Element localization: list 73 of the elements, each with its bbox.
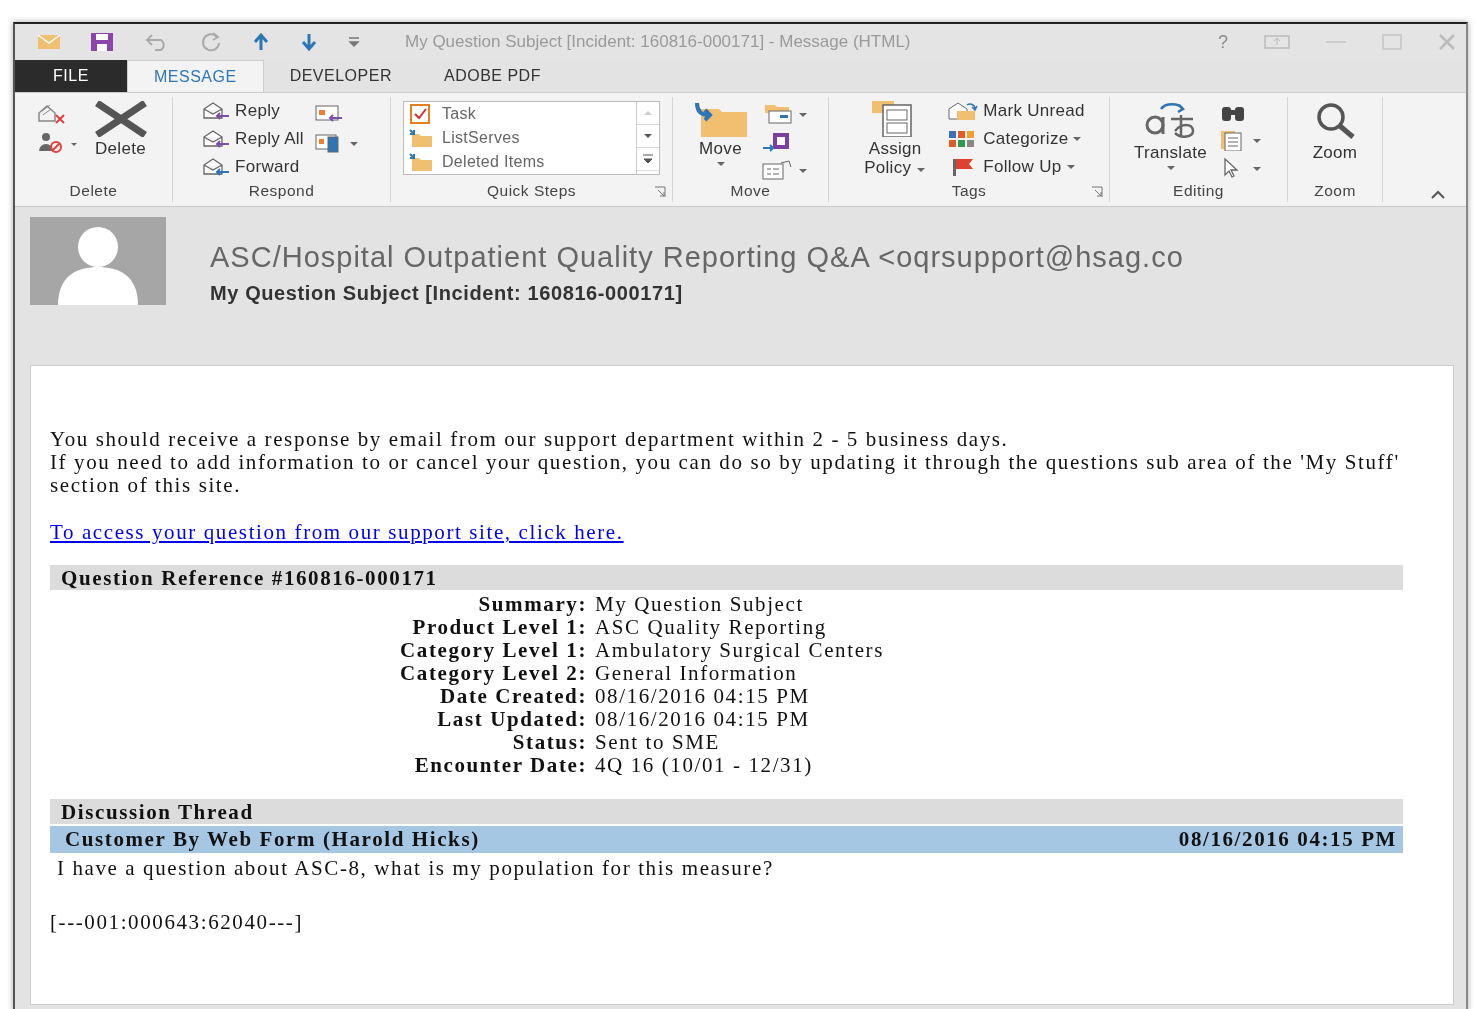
- field-label: Product Level 1:: [411, 616, 587, 639]
- quick-step-item[interactable]: ListServes: [404, 126, 636, 150]
- reply-button[interactable]: Reply: [201, 99, 304, 123]
- support-link[interactable]: To access your question from our support site, click here.: [50, 521, 624, 544]
- follow-up-button[interactable]: Follow Up: [947, 155, 1085, 179]
- reply-icon: [201, 101, 232, 121]
- ribbon-tab[interactable]: ADOBE PDF: [417, 60, 567, 92]
- field-label: Category Level 1:: [399, 639, 587, 662]
- ribbon-tab[interactable]: MESSAGE: [127, 60, 264, 92]
- field-value: My Question Subject: [595, 593, 805, 616]
- entry-date: 08/16/2016 04:15 PM: [1178, 828, 1397, 853]
- caret-icon: [1065, 164, 1076, 170]
- reply-all-button[interactable]: Reply All: [201, 127, 304, 151]
- field-label: Encounter Date:: [413, 754, 587, 777]
- collapse-ribbon-icon[interactable]: [1430, 190, 1446, 200]
- field-label: Status:: [512, 731, 587, 754]
- quick-step-item[interactable]: Task: [404, 102, 636, 126]
- customize-icon[interactable]: [347, 36, 361, 48]
- dialog-launcher-icon[interactable]: [654, 186, 666, 198]
- envelope-icon: [947, 101, 980, 121]
- field-value: ASC Quality Reporting: [595, 616, 828, 639]
- field-value: 08/16/2016 04:15 PM: [595, 708, 811, 731]
- caret-icon: [715, 161, 726, 167]
- group-label: Quick Steps: [486, 182, 577, 201]
- delete-x-icon: [92, 101, 149, 137]
- caret-icon: [1165, 165, 1176, 171]
- field-label: Last Updated:: [436, 708, 587, 731]
- caret-icon: [1072, 136, 1083, 142]
- group-label: Tags: [951, 182, 987, 201]
- field-value: Ambulatory Surgical Centers: [595, 639, 885, 662]
- reference-code: [---001:000643:62040---]: [50, 911, 304, 934]
- field-value: 08/16/2016 04:15 PM: [595, 685, 811, 708]
- folder-icon: [408, 128, 434, 148]
- section-header: Discussion Thread: [50, 799, 1403, 824]
- field-label: Summary:: [477, 593, 587, 616]
- message-subject: My Question Subject [Incident: 160816-000171]: [210, 282, 684, 305]
- field-label: Category Level 2:: [399, 662, 587, 685]
- up-arrow-icon[interactable]: [251, 32, 271, 52]
- group-label: Delete: [68, 182, 119, 201]
- folder-icon: [692, 101, 749, 137]
- field-value: General Information: [595, 662, 798, 685]
- ribbon-tab[interactable]: DEVELOPER: [263, 60, 418, 92]
- assign-policy-button[interactable]: Assign Policy: [853, 99, 938, 182]
- file-tab[interactable]: FILE: [15, 60, 127, 92]
- body-paragraph: You should receive a response by email from our support department within 2 - 5 business days.: [50, 428, 1010, 451]
- zoom-button[interactable]: Zoom: [1305, 99, 1365, 182]
- save-icon[interactable]: [89, 32, 115, 52]
- translate-button[interactable]: Translate: [1132, 99, 1209, 182]
- delete-button[interactable]: Delete: [90, 99, 151, 182]
- down-arrow-icon[interactable]: [299, 32, 319, 52]
- group-label: Move: [729, 182, 772, 201]
- caret-icon: [916, 167, 927, 173]
- body-paragraph: If you need to add information to or cancel your question, you can do so by updating it through the questions sub area of the 'My Stuff' section of this site.: [50, 451, 1401, 497]
- forward-icon: [201, 157, 232, 177]
- field-label: Date Created:: [440, 685, 587, 708]
- group-label: Respond: [247, 182, 316, 201]
- reply-icon: [201, 129, 232, 149]
- forward-button[interactable]: Forward: [201, 155, 304, 179]
- section-header: Question Reference #160816-000171: [50, 565, 1403, 590]
- group-label: Editing: [1172, 182, 1225, 201]
- entry-author: Customer By Web Form (Harold Hicks): [65, 828, 480, 853]
- field-value: Sent to SME: [595, 731, 721, 754]
- group-label: Zoom: [1313, 182, 1357, 201]
- quick-step-item[interactable]: Deleted Items: [404, 150, 636, 174]
- window-title: My Question Subject [Incident: 160816-000171] - Message (HTML): [405, 32, 912, 52]
- categorize-button[interactable]: Categorize: [947, 127, 1085, 151]
- sender-name: ASC/Hospital Outpatient Quality Reporting Q&A <oqrsupport@hsag.co: [210, 241, 1184, 274]
- entry-message: I have a question about ASC-8, what is my population for this measure?: [57, 857, 775, 880]
- mark-unread-button[interactable]: Mark Unread: [947, 99, 1085, 123]
- field-value: 4Q 16 (10/01 - 12/31): [595, 754, 814, 777]
- folder-icon: [408, 152, 434, 172]
- dialog-launcher-icon[interactable]: [1091, 186, 1103, 198]
- move-button[interactable]: Move: [690, 99, 751, 182]
